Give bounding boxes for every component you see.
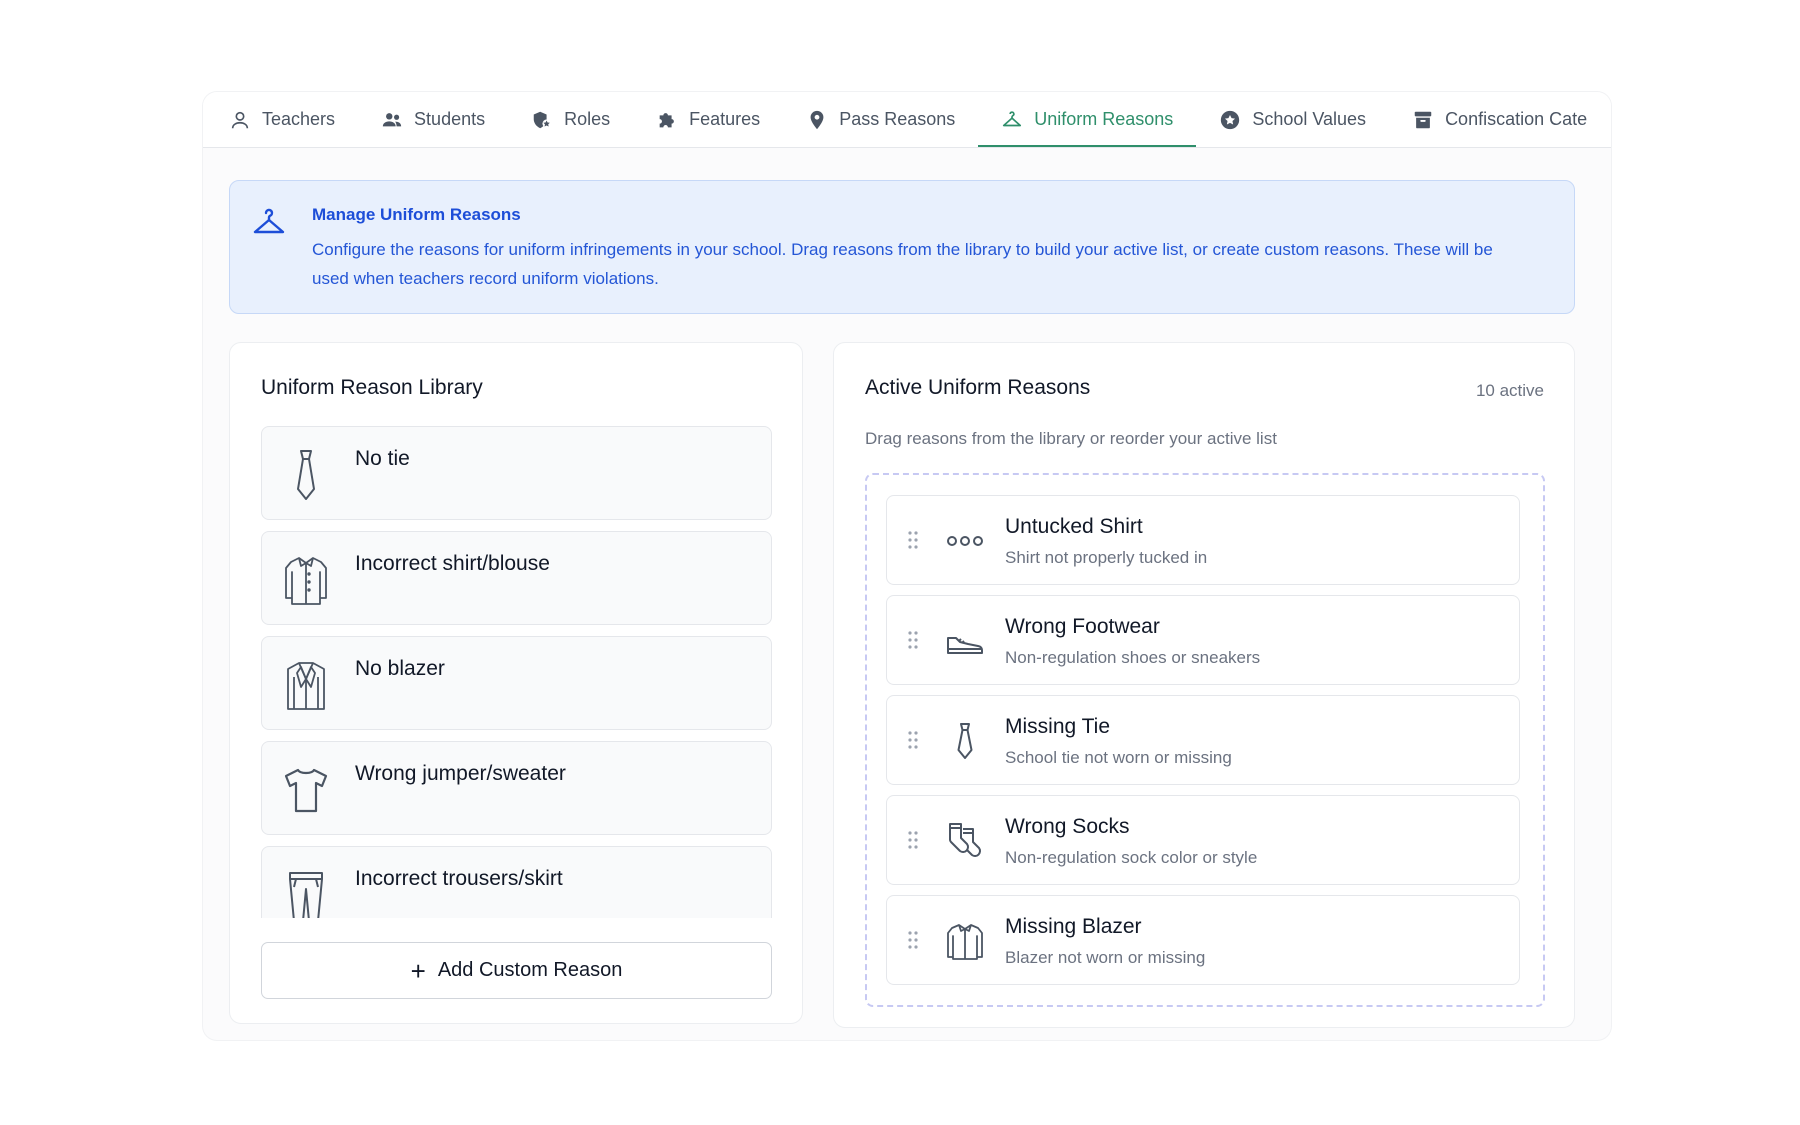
- tab-label: Uniform Reasons: [1034, 109, 1174, 129]
- active-item-missing-blazer[interactable]: Missing Blazer Blazer not worn or missin…: [886, 895, 1520, 985]
- drag-handle-icon[interactable]: [907, 830, 919, 850]
- uniform-reason-library: Uniform Reason Library No tie Incorrect …: [229, 342, 803, 1024]
- banner-title: Manage Uniform Reasons: [312, 205, 521, 224]
- sneaker-icon: [947, 637, 983, 654]
- active-title: Active Uniform Reasons: [865, 376, 1091, 399]
- archive-box-icon: [1414, 111, 1432, 128]
- puzzle-icon: [659, 112, 675, 127]
- three-circles-icon: [947, 536, 983, 546]
- tab-label: Roles: [564, 109, 611, 129]
- tab-roles[interactable]: Roles: [508, 92, 633, 147]
- library-item-no-tie[interactable]: No tie: [261, 426, 772, 520]
- drag-handle-icon[interactable]: [907, 530, 919, 550]
- drag-handle-icon[interactable]: [907, 730, 919, 750]
- active-count: 10 active: [1475, 381, 1544, 400]
- add-custom-reason-button[interactable]: + Add Custom Reason: [261, 942, 772, 999]
- users-icon: [382, 112, 402, 126]
- tab-label: Teachers: [262, 109, 336, 129]
- library-title: Uniform Reason Library: [261, 376, 483, 399]
- tab-students[interactable]: Students: [358, 92, 508, 147]
- plus-icon: +: [410, 955, 426, 986]
- hanger-icon: [253, 208, 285, 234]
- library-item-no-blazer[interactable]: No blazer: [261, 636, 772, 730]
- active-item-description: Shirt not properly tucked in: [1005, 548, 1208, 567]
- active-uniform-reasons: Active Uniform Reasons 10 active Drag re…: [833, 342, 1575, 1028]
- tab-label: Confiscation Cate: [1445, 109, 1588, 129]
- tab-pass-reasons[interactable]: Pass Reasons: [783, 92, 978, 147]
- shirt-icon: [285, 557, 327, 605]
- active-item-description: Non-regulation shoes or sneakers: [1005, 648, 1261, 667]
- settings-card: Teachers Students Roles Features Pass Re…: [203, 92, 1611, 1040]
- tab-school-values[interactable]: School Values: [1196, 92, 1389, 147]
- tab-teachers[interactable]: Teachers: [225, 92, 358, 147]
- library-item-incorrect-trousers[interactable]: Incorrect trousers/skirt: [261, 846, 772, 918]
- tie-icon: [297, 450, 315, 500]
- info-banner: Manage Uniform Reasons Configure the rea…: [229, 180, 1575, 314]
- active-item-name: Untucked Shirt: [1005, 515, 1143, 538]
- active-item-wrong-footwear[interactable]: Wrong Footwear Non-regulation shoes or s…: [886, 595, 1520, 685]
- socks-icon: [948, 823, 981, 857]
- tshirt-icon: [284, 768, 328, 813]
- tab-uniform-reasons[interactable]: Uniform Reasons: [978, 92, 1197, 147]
- banner-text: Configure the reasons for uniform infrin…: [312, 240, 1493, 288]
- active-item-description: School tie not worn or missing: [1005, 748, 1232, 767]
- active-list: Untucked Shirt Shirt not properly tucked…: [886, 495, 1520, 995]
- badge-shield-icon: [533, 111, 551, 128]
- settings-tabs: Teachers Students Roles Features Pass Re…: [203, 92, 1611, 148]
- library-item-label: Incorrect trousers/skirt: [355, 867, 563, 890]
- tab-features[interactable]: Features: [633, 92, 783, 147]
- active-item-wrong-socks[interactable]: Wrong Socks Non-regulation sock color or…: [886, 795, 1520, 885]
- library-item-incorrect-shirt[interactable]: Incorrect shirt/blouse: [261, 531, 772, 625]
- drag-handle-icon[interactable]: [907, 630, 919, 650]
- active-item-description: Blazer not worn or missing: [1005, 948, 1206, 967]
- tab-label: School Values: [1252, 109, 1367, 129]
- tie-icon: [957, 723, 973, 759]
- library-list[interactable]: No tie Incorrect shirt/blouse No blazer …: [261, 426, 772, 918]
- trousers-icon: [289, 872, 323, 918]
- active-item-missing-tie[interactable]: Missing Tie School tie not worn or missi…: [886, 695, 1520, 785]
- blazer-icon: [287, 662, 325, 710]
- library-item-label: No tie: [355, 447, 410, 470]
- tab-label: Features: [689, 109, 761, 129]
- map-pin-icon: [810, 110, 824, 129]
- drag-handle-icon[interactable]: [907, 930, 919, 950]
- tab-label: Pass Reasons: [839, 109, 956, 129]
- active-item-name: Missing Blazer: [1005, 915, 1142, 938]
- hanger-icon: [1003, 110, 1022, 126]
- shirt-icon: [947, 924, 983, 960]
- star-circle-icon: [1221, 110, 1240, 129]
- add-custom-reason-label: Add Custom Reason: [437, 959, 623, 981]
- active-item-name: Wrong Footwear: [1005, 615, 1160, 638]
- library-item-label: No blazer: [355, 657, 445, 680]
- user-outline-icon: [231, 111, 249, 128]
- active-dropzone[interactable]: Untucked Shirt Shirt not properly tucked…: [865, 473, 1545, 1007]
- active-item-untucked-shirt[interactable]: Untucked Shirt Shirt not properly tucked…: [886, 495, 1520, 585]
- active-item-name: Missing Tie: [1005, 715, 1111, 738]
- active-subtitle: Drag reasons from the library or reorder…: [865, 429, 1277, 448]
- library-item-wrong-jumper[interactable]: Wrong jumper/sweater: [261, 741, 772, 835]
- active-item-name: Wrong Socks: [1005, 815, 1130, 838]
- library-item-label: Incorrect shirt/blouse: [355, 552, 550, 575]
- tab-confiscation-categories[interactable]: Confiscation Cate: [1389, 92, 1610, 147]
- library-item-label: Wrong jumper/sweater: [355, 762, 566, 785]
- active-item-description: Non-regulation sock color or style: [1005, 848, 1258, 867]
- tab-label: Students: [414, 109, 486, 129]
